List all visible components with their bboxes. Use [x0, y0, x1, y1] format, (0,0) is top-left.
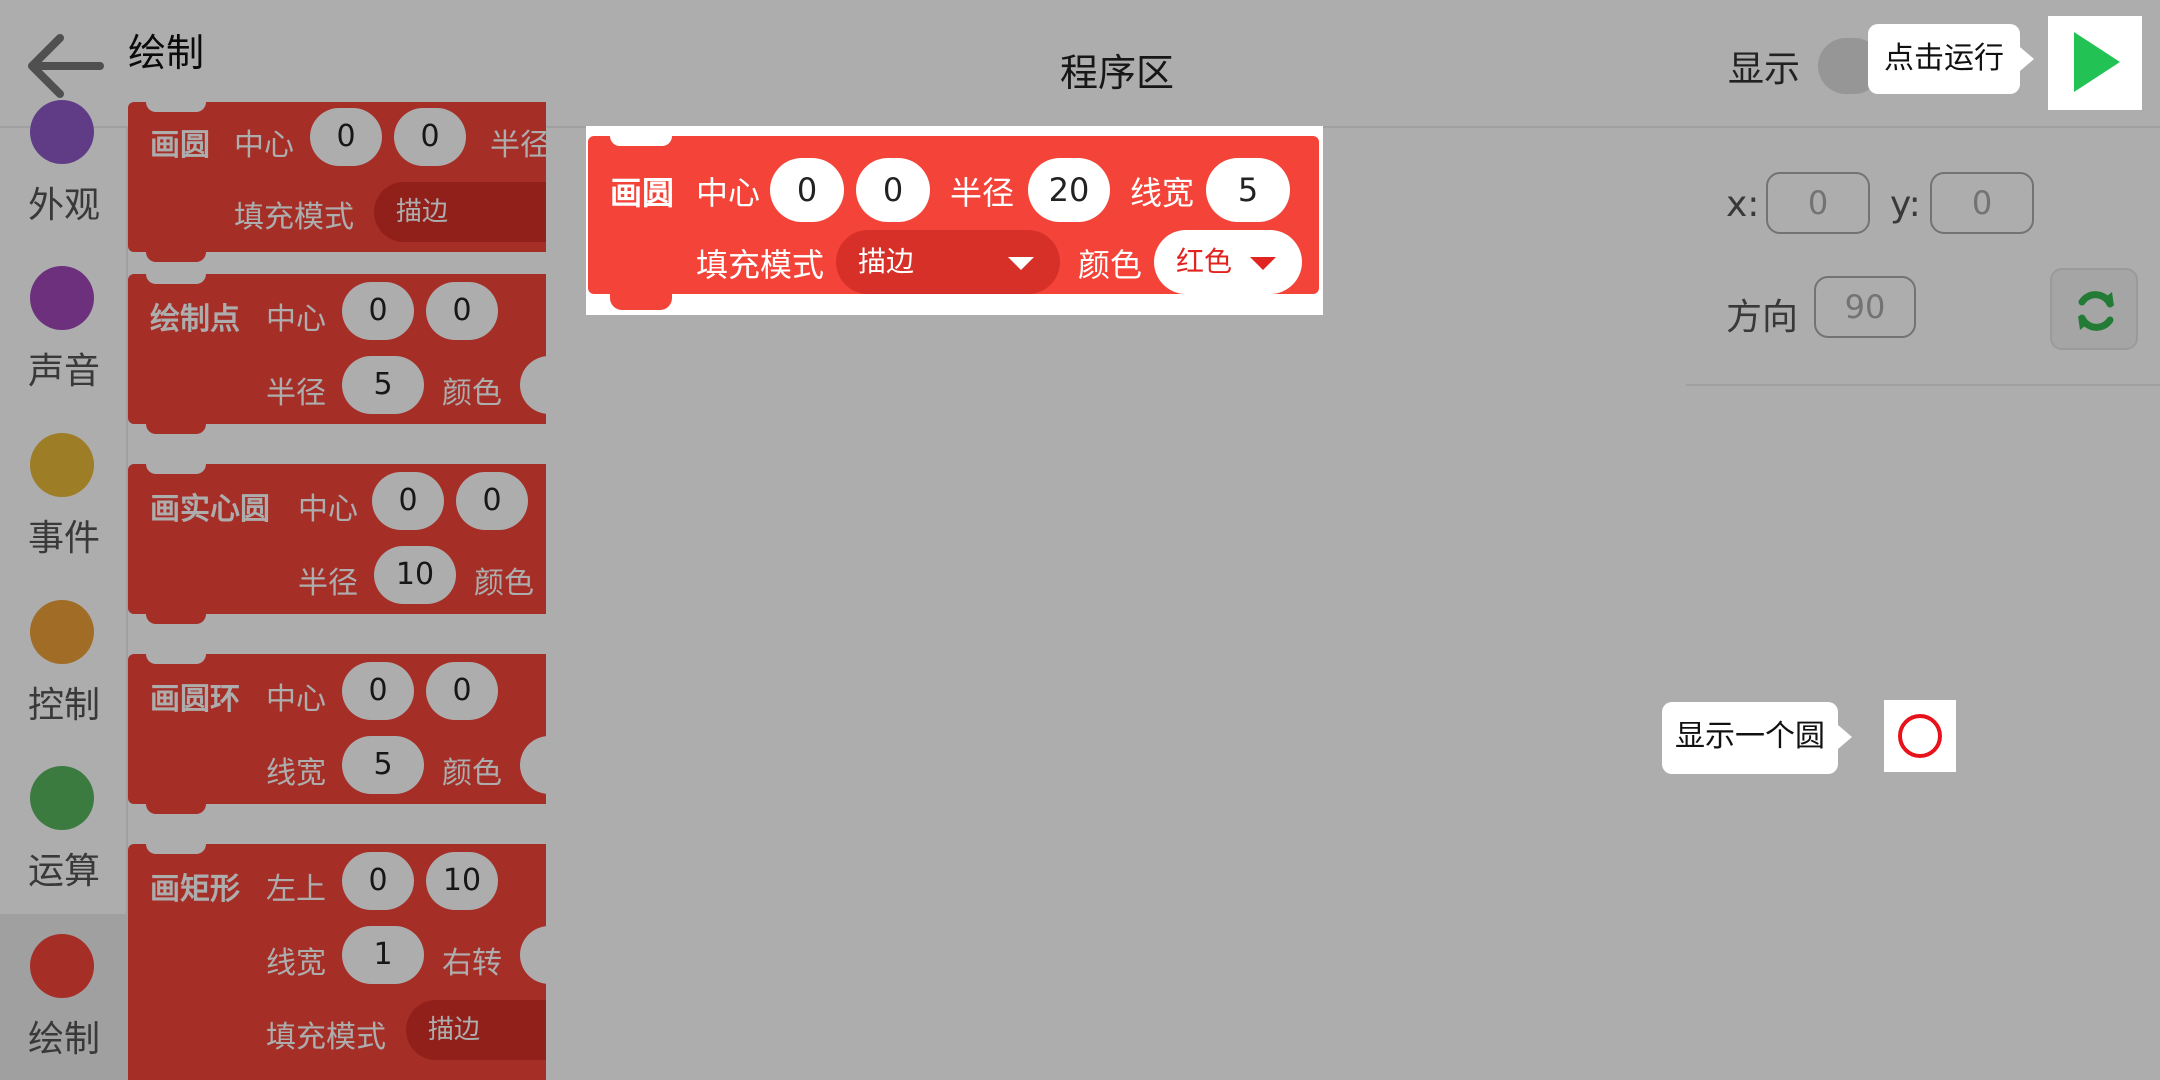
fill-mode-dropdown[interactable]: 描边 — [836, 230, 1060, 294]
block-name: 画圆 — [610, 174, 675, 212]
run-tooltip: 点击运行 — [1868, 24, 2034, 94]
fill-mode-label: 填充模式 — [696, 246, 825, 284]
center-y-input[interactable]: 0 — [856, 158, 930, 222]
red-circle-icon — [1898, 714, 1942, 758]
run-button[interactable] — [2048, 16, 2142, 110]
caret-down-icon — [1008, 257, 1034, 270]
color-label: 颜色 — [1078, 246, 1143, 284]
result-tooltip: 显示一个圆 — [1662, 702, 1852, 774]
caret-down-icon — [1250, 257, 1276, 270]
radius-label: 半径 — [950, 174, 1015, 212]
block-tab — [610, 294, 672, 310]
block-notch — [610, 136, 672, 146]
program-block-highlight: 画圆 中心 0 0 半径 20 线宽 5 填充模式 描边 颜色 红色 — [586, 126, 1323, 315]
color-dropdown[interactable]: 红色 — [1154, 230, 1302, 294]
circle-preview — [1884, 700, 1956, 772]
program-block-circle[interactable]: 画圆 中心 0 0 半径 20 线宽 5 填充模式 描边 颜色 红色 — [588, 136, 1319, 310]
line-width-input[interactable]: 5 — [1206, 158, 1290, 222]
center-x-input[interactable]: 0 — [770, 158, 844, 222]
radius-input[interactable]: 20 — [1028, 158, 1110, 222]
color-value: 红色 — [1176, 245, 1233, 278]
play-icon — [2074, 32, 2120, 92]
line-width-label: 线宽 — [1130, 174, 1195, 212]
center-label: 中心 — [696, 174, 761, 212]
fill-mode-value: 描边 — [858, 245, 915, 278]
